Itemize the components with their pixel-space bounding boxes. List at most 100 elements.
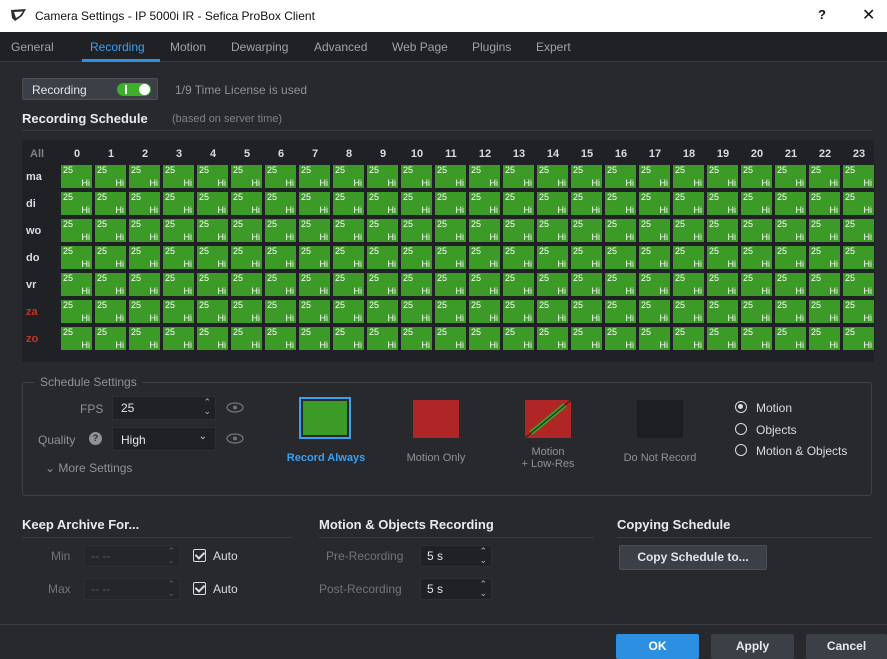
tab-general[interactable]: General <box>11 40 54 54</box>
schedule-cell[interactable]: 25 Hi <box>706 299 739 324</box>
schedule-cell[interactable]: 25 Hi <box>332 164 365 189</box>
schedule-cell[interactable]: 25 Hi <box>366 326 399 351</box>
schedule-cell[interactable]: 25 Hi <box>332 272 365 297</box>
schedule-cell[interactable]: 25 Hi <box>298 218 331 243</box>
schedule-cell[interactable]: 25 Hi <box>672 245 705 270</box>
schedule-cell[interactable]: 25 Hi <box>740 272 773 297</box>
schedule-cell[interactable]: 25 Hi <box>672 326 705 351</box>
hour-header[interactable]: 11 <box>434 148 468 160</box>
spin-arrows-icon[interactable]: ⌃ ⌄ <box>167 580 175 598</box>
schedule-cell[interactable]: 25 Hi <box>774 218 807 243</box>
mode-do-not-record-label[interactable]: Do Not Record <box>614 452 706 464</box>
hour-header[interactable]: 14 <box>536 148 570 160</box>
tab-dewarping[interactable]: Dewarping <box>231 40 288 54</box>
schedule-cell[interactable]: 25 Hi <box>434 245 467 270</box>
archive-min-auto-checkbox[interactable] <box>193 549 206 562</box>
schedule-cell[interactable]: 25 Hi <box>264 164 297 189</box>
schedule-cell[interactable]: 25 Hi <box>808 299 841 324</box>
day-header[interactable]: vr <box>26 279 50 291</box>
hour-header[interactable]: 22 <box>808 148 842 160</box>
schedule-cell[interactable]: 25 Hi <box>162 272 195 297</box>
recording-toggle[interactable]: Recording <box>22 78 158 100</box>
schedule-cell[interactable]: 25 Hi <box>706 164 739 189</box>
schedule-cell[interactable]: 25 Hi <box>332 326 365 351</box>
day-header[interactable]: ma <box>26 171 50 183</box>
hour-header[interactable]: 21 <box>774 148 808 160</box>
day-header[interactable]: do <box>26 252 50 264</box>
schedule-cell[interactable]: 25 Hi <box>162 326 195 351</box>
close-icon[interactable]: ✕ <box>862 5 875 25</box>
schedule-cell[interactable]: 25 Hi <box>434 191 467 216</box>
schedule-cell[interactable]: 25 Hi <box>570 326 603 351</box>
spin-arrows-icon[interactable]: ⌃ ⌄ <box>479 547 487 565</box>
schedule-cell[interactable]: 25 Hi <box>400 272 433 297</box>
archive-max-auto-checkbox[interactable] <box>193 582 206 595</box>
schedule-cell[interactable]: 25 Hi <box>162 218 195 243</box>
select-all-cells[interactable]: All <box>30 148 44 160</box>
cancel-button[interactable]: Cancel <box>806 634 887 659</box>
schedule-cell[interactable]: 25 Hi <box>638 218 671 243</box>
schedule-cell[interactable]: 25 Hi <box>502 191 535 216</box>
schedule-cell[interactable]: 25 Hi <box>638 164 671 189</box>
schedule-cell[interactable]: 25 Hi <box>604 164 637 189</box>
schedule-cell[interactable]: 25 Hi <box>502 245 535 270</box>
schedule-cell[interactable]: 25 Hi <box>366 299 399 324</box>
schedule-cell[interactable]: 25 Hi <box>60 299 93 324</box>
schedule-cell[interactable]: 25 Hi <box>196 272 229 297</box>
schedule-cell[interactable]: 25 Hi <box>230 218 263 243</box>
schedule-cell[interactable]: 25 Hi <box>468 218 501 243</box>
hour-header[interactable]: 6 <box>264 148 298 160</box>
schedule-cell[interactable]: 25 Hi <box>298 299 331 324</box>
schedule-cell[interactable]: 25 Hi <box>264 245 297 270</box>
schedule-cell[interactable]: 25 Hi <box>434 299 467 324</box>
hour-header[interactable]: 1 <box>94 148 128 160</box>
archive-max-input[interactable]: -- -- ⌃ ⌄ <box>84 578 180 600</box>
schedule-cell[interactable]: 25 Hi <box>672 191 705 216</box>
mode-motion-low-res-label[interactable]: Motion + Low-Res <box>508 446 588 470</box>
schedule-cell[interactable]: 25 Hi <box>400 164 433 189</box>
schedule-cell[interactable]: 25 Hi <box>162 299 195 324</box>
schedule-cell[interactable]: 25 Hi <box>536 191 569 216</box>
schedule-cell[interactable]: 25 Hi <box>400 326 433 351</box>
schedule-cell[interactable]: 25 Hi <box>128 245 161 270</box>
hour-header[interactable]: 12 <box>468 148 502 160</box>
schedule-cell[interactable]: 25 Hi <box>774 272 807 297</box>
schedule-cell[interactable]: 25 Hi <box>536 245 569 270</box>
schedule-cell[interactable]: 25 Hi <box>94 272 127 297</box>
schedule-cell[interactable]: 25 Hi <box>60 191 93 216</box>
schedule-cell[interactable]: 25 Hi <box>434 272 467 297</box>
schedule-cell[interactable]: 25 Hi <box>638 272 671 297</box>
hour-header[interactable]: 10 <box>400 148 434 160</box>
schedule-cell[interactable]: 25 Hi <box>434 164 467 189</box>
schedule-cell[interactable]: 25 Hi <box>536 164 569 189</box>
schedule-cell[interactable]: 25 Hi <box>434 218 467 243</box>
hour-header[interactable]: 5 <box>230 148 264 160</box>
spin-arrows-icon[interactable]: ⌃ ⌄ <box>167 547 175 565</box>
schedule-cell[interactable]: 25 Hi <box>230 299 263 324</box>
schedule-cell[interactable]: 25 Hi <box>332 218 365 243</box>
schedule-cell[interactable]: 25 Hi <box>298 191 331 216</box>
schedule-cell[interactable]: 25 Hi <box>60 272 93 297</box>
archive-max-auto-label[interactable]: Auto <box>213 582 238 596</box>
schedule-cell[interactable]: 25 Hi <box>468 326 501 351</box>
schedule-cell[interactable]: 25 Hi <box>774 191 807 216</box>
schedule-cell[interactable]: 25 Hi <box>264 299 297 324</box>
schedule-cell[interactable]: 25 Hi <box>468 299 501 324</box>
schedule-cell[interactable]: 25 Hi <box>264 272 297 297</box>
schedule-cell[interactable]: 25 Hi <box>808 191 841 216</box>
eye-icon[interactable] <box>226 433 244 444</box>
schedule-cell[interactable]: 25 Hi <box>128 164 161 189</box>
schedule-cell[interactable]: 25 Hi <box>638 245 671 270</box>
schedule-cell[interactable]: 25 Hi <box>842 164 875 189</box>
schedule-cell[interactable]: 25 Hi <box>638 191 671 216</box>
hour-header[interactable]: 17 <box>638 148 672 160</box>
schedule-cell[interactable]: 25 Hi <box>332 191 365 216</box>
schedule-cell[interactable]: 25 Hi <box>468 191 501 216</box>
archive-min-auto-label[interactable]: Auto <box>213 549 238 563</box>
schedule-cell[interactable]: 25 Hi <box>604 326 637 351</box>
schedule-cell[interactable]: 25 Hi <box>536 218 569 243</box>
hour-header[interactable]: 7 <box>298 148 332 160</box>
schedule-cell[interactable]: 25 Hi <box>706 191 739 216</box>
schedule-cell[interactable]: 25 Hi <box>740 245 773 270</box>
schedule-cell[interactable]: 25 Hi <box>264 191 297 216</box>
